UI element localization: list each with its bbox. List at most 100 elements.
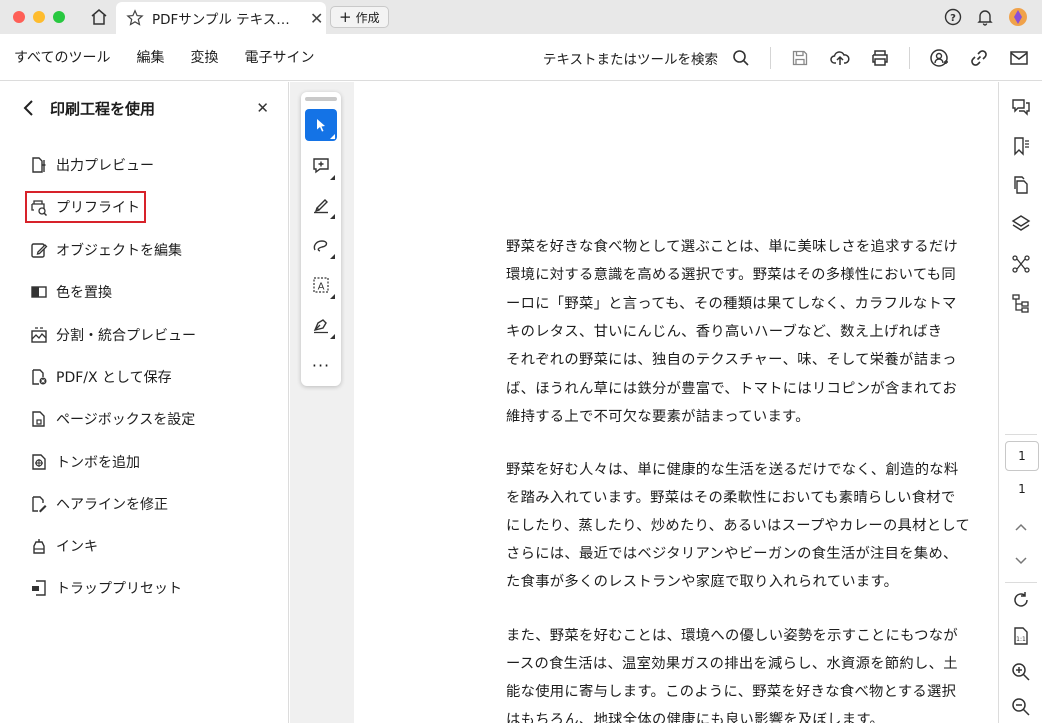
text-line: 維持する上で不可欠な要素が詰まっています。: [506, 409, 810, 425]
svg-text:1:1: 1:1: [1016, 636, 1026, 643]
tool-save-pdfx[interactable]: PDF/X として保存: [30, 362, 172, 392]
text-box-icon: A: [313, 277, 329, 293]
text-line: ーロに「野菜」と言っても、その種類は果てしなく、カラフルなトマ: [506, 296, 957, 312]
save-pdfx-icon: [32, 369, 47, 385]
edit-object-icon: [31, 243, 48, 258]
zoom-out-icon[interactable]: [1010, 696, 1032, 718]
tool-label: 出力プレビュー: [56, 158, 154, 174]
text-line: を踏み入れています。野菜はその柔軟性においても素晴らしい食材で: [506, 490, 956, 506]
tool-fix-hairlines[interactable]: ヘアラインを修正: [30, 489, 168, 519]
zoom-in-icon[interactable]: [1010, 661, 1032, 683]
layers-icon[interactable]: [1010, 213, 1032, 235]
help-icon[interactable]: ?: [944, 8, 962, 26]
content-tree-icon[interactable]: [1010, 292, 1032, 314]
drag-handle[interactable]: [305, 97, 337, 101]
minimize-window-button[interactable]: [33, 11, 45, 23]
tool-label: PDF/X として保存: [56, 370, 172, 386]
tool-edit-object[interactable]: オブジェクトを編集: [30, 235, 182, 265]
comment-plus-icon: [313, 158, 329, 174]
text-line: ば、ほうれん草には鉄分が豊富で、トマトにはリコピンが含まれてお: [506, 381, 958, 397]
search-label[interactable]: テキストまたはツールを検索: [543, 48, 718, 68]
copy-pages-icon[interactable]: [1010, 174, 1032, 196]
flattener-preview-icon: [31, 327, 47, 343]
text-line: 野菜を好む人々は、単に健康的な生活を送るだけでなく、創造的な料: [506, 462, 959, 478]
bell-icon[interactable]: [976, 8, 994, 26]
more-icon: ···: [311, 355, 331, 375]
tool-set-page-boxes[interactable]: ページボックスを設定: [30, 404, 195, 434]
quick-tools-bar: A ···: [301, 92, 341, 386]
fit-page-icon[interactable]: 1:1: [1010, 625, 1032, 647]
share-user-icon[interactable]: [928, 47, 950, 69]
set-page-boxes-icon: [32, 411, 45, 427]
save-icon[interactable]: [789, 47, 811, 69]
text-line: にしたり、蒸したり、炒めたり、あるいはスープやカレーの具材として: [506, 518, 971, 534]
trap-presets-icon: [32, 580, 46, 596]
cursor-arrow-icon: [317, 119, 325, 132]
highlight-button[interactable]: [305, 189, 337, 221]
pen-sign-icon: [313, 319, 328, 334]
document-viewport[interactable]: 野菜を好きな食べ物として選ぶことは、単に美味しさを追求するだけ 環境に対する意識…: [290, 82, 998, 723]
cloud-upload-icon[interactable]: [829, 47, 851, 69]
ink-manager-icon: [33, 539, 45, 554]
create-button[interactable]: + 作成: [330, 6, 389, 28]
rotate-icon[interactable]: [1010, 589, 1032, 611]
tab-title: PDFサンプル テキス…: [152, 12, 290, 28]
svg-text:?: ?: [950, 13, 956, 24]
back-chevron-icon[interactable]: [22, 99, 36, 117]
zoom-window-button[interactable]: [53, 11, 65, 23]
tool-replace-color[interactable]: 色を置換: [30, 277, 112, 307]
more-tools-button[interactable]: ···: [305, 349, 337, 381]
chevron-up-icon[interactable]: [1010, 516, 1032, 538]
freehand-draw-icon: [313, 240, 328, 252]
tool-label: インキ: [56, 539, 98, 555]
plus-icon: +: [339, 8, 352, 26]
add-text-button[interactable]: A: [305, 269, 337, 301]
search-icon[interactable]: [730, 47, 752, 69]
add-printer-marks-icon: [32, 454, 46, 470]
menu-all-tools[interactable]: すべてのツール: [14, 47, 110, 67]
mail-icon[interactable]: [1008, 47, 1030, 69]
draw-button[interactable]: [305, 229, 337, 261]
select-tool-button[interactable]: [305, 109, 337, 141]
close-window-button[interactable]: [13, 11, 25, 23]
tool-label: トンボを追加: [56, 455, 140, 471]
tool-preflight[interactable]: プリフライト: [25, 191, 146, 223]
chevron-down-icon[interactable]: [1010, 550, 1032, 572]
replace-color-icon: [31, 286, 47, 298]
text-line: ースの食生活は、温室効果ガスの排出を減らし、水資源を節約し、土: [506, 656, 958, 672]
menu-edit[interactable]: 編集: [136, 47, 164, 67]
tool-flattener-preview[interactable]: 分割・統合プレビュー: [30, 320, 196, 350]
tool-label: ヘアラインを修正: [56, 497, 168, 513]
text-line: た食事が多くのレストランや家庭で取り入れられています。: [506, 574, 899, 590]
print-production-panel: 印刷工程を使用 ✕ 出力プレビュー プリフライト オブジェクトを編集 色を置換 …: [0, 82, 289, 723]
avatar[interactable]: [1008, 7, 1028, 27]
menu-convert[interactable]: 変換: [190, 47, 218, 67]
sign-button[interactable]: [305, 309, 337, 341]
divider: [1005, 434, 1037, 435]
star-icon[interactable]: [126, 9, 144, 27]
tool-label: 色を置換: [56, 285, 112, 301]
close-tab-icon[interactable]: ✕: [310, 9, 323, 28]
tool-output-preview[interactable]: 出力プレビュー: [30, 150, 154, 180]
pdf-page: 野菜を好きな食べ物として選ぶことは、単に美味しさを追求するだけ 環境に対する意識…: [354, 82, 998, 723]
total-pages: 1: [1018, 482, 1026, 496]
menu-e-sign[interactable]: 電子サイン: [244, 47, 314, 67]
divider: [909, 46, 910, 69]
tool-trap-presets[interactable]: トラッププリセット: [30, 573, 182, 603]
tool-add-printer-marks[interactable]: トンボを追加: [30, 447, 140, 477]
document-tab[interactable]: PDFサンプル テキス… ✕: [116, 2, 326, 34]
tool-label: 分割・統合プレビュー: [56, 328, 196, 344]
fix-hairlines-icon: [32, 496, 47, 513]
bookmarks-icon[interactable]: [1010, 135, 1032, 157]
current-page-input[interactable]: 1: [1005, 441, 1039, 471]
link-icon[interactable]: [968, 47, 990, 69]
add-comment-button[interactable]: [305, 150, 337, 182]
comments-icon[interactable]: [1010, 96, 1032, 118]
text-line: また、野菜を好むことは、環境への優しい姿勢を示すことにもつなが: [506, 628, 958, 644]
home-icon[interactable]: [89, 7, 109, 27]
links-graph-icon[interactable]: [1010, 253, 1032, 275]
print-icon[interactable]: [869, 47, 891, 69]
tool-ink-manager[interactable]: インキ: [30, 531, 98, 561]
right-rail: 1 1 1:1: [998, 82, 1042, 723]
close-icon[interactable]: ✕: [256, 99, 269, 117]
